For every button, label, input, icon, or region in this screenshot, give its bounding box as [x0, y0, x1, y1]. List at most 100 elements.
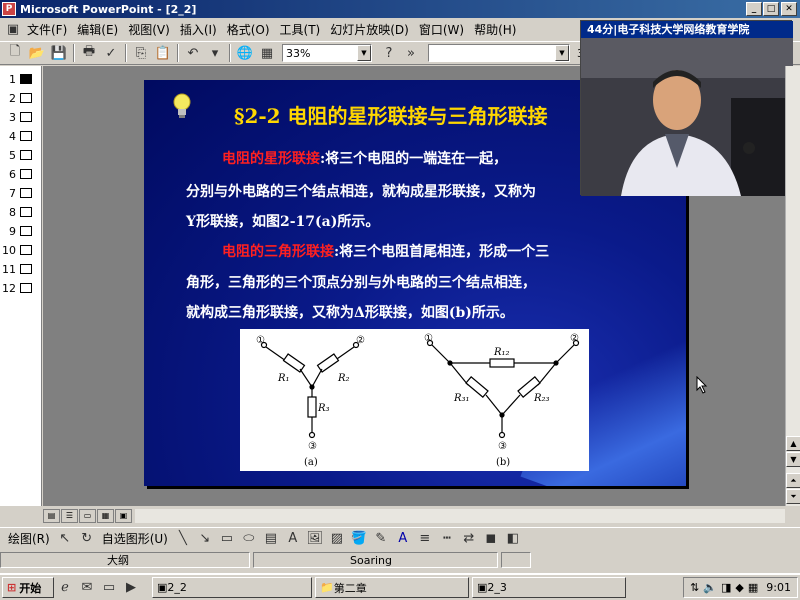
outline-slide-item[interactable]: 5	[2, 146, 40, 164]
draw-menu-button[interactable]: 绘图(R)	[4, 530, 54, 547]
menu-slideshow[interactable]: 幻灯片放映(D)	[325, 21, 414, 38]
outline-slide-item[interactable]: 4	[2, 127, 40, 145]
oval-tool-icon[interactable]: ⬭	[238, 529, 260, 549]
hyperlink-icon[interactable]: 🌐	[234, 43, 256, 63]
node-1-label-a: ①	[256, 335, 265, 346]
menu-format[interactable]: 格式(O)	[222, 21, 275, 38]
document-icon[interactable]: ▣	[4, 20, 22, 40]
vertical-scrollbar[interactable]: ▲ ▼ ⏶ ⏷	[785, 66, 800, 506]
select-arrow-icon[interactable]: ↖	[54, 529, 76, 549]
next-slide-icon[interactable]: ⏷	[786, 489, 800, 504]
picture-tool-icon[interactable]: ▨	[326, 529, 348, 549]
outline-slide-item[interactable]: 2	[2, 89, 40, 107]
zoom-combo[interactable]: 33% ▼	[282, 44, 372, 62]
clock[interactable]: 9:01	[766, 581, 791, 594]
outline-slide-item[interactable]: 1	[2, 70, 40, 88]
wordart-tool-icon[interactable]: A	[282, 529, 304, 549]
outline-slide-item[interactable]: 7	[2, 184, 40, 202]
circuit-diagram: ① ② ③ R₁ R₂ R₃ (a) ① ② ③ R₁₂ R₃₁ R₂₃ (b)	[256, 333, 580, 468]
close-button[interactable]: ✕	[781, 2, 797, 16]
menu-file[interactable]: 文件(F)	[22, 21, 72, 38]
slide-thumbnail-icon	[20, 188, 32, 198]
task-2-2[interactable]: ▣ 2_2	[152, 577, 312, 598]
horizontal-scrollbar[interactable]	[135, 509, 785, 523]
redo-icon[interactable]: ▾	[204, 43, 226, 63]
menu-tools[interactable]: 工具(T)	[275, 21, 326, 38]
task-2-3[interactable]: ▣ 2_3	[472, 577, 626, 598]
outline-slide-item[interactable]: 10	[2, 241, 40, 259]
fill-color-icon[interactable]: 🪣	[348, 529, 370, 549]
new-icon[interactable]: 🗋	[4, 43, 26, 63]
outline-slide-item[interactable]: 8	[2, 203, 40, 221]
outline-slide-item[interactable]: 3	[2, 108, 40, 126]
chevron-down-icon[interactable]: ▼	[357, 45, 371, 61]
textbox-tool-icon[interactable]: ▤	[260, 529, 282, 549]
save-icon[interactable]: 💾	[48, 43, 70, 63]
open-icon[interactable]: 📂	[26, 43, 48, 63]
print-icon[interactable]: 🖶	[78, 43, 100, 63]
slide-paragraph-6: 就构成三角形联接，又称为Δ形联接，如图(b)所示。	[186, 305, 514, 321]
paste-icon[interactable]: 📋	[152, 43, 174, 63]
tray-app-icon[interactable]: ▦	[748, 581, 758, 594]
font-color-icon[interactable]: A	[392, 529, 414, 549]
slide-sorter-view-icon[interactable]: ▦	[97, 509, 114, 523]
outlook-icon[interactable]: ✉	[76, 578, 98, 598]
powerpoint-icon[interactable]: P	[2, 2, 16, 16]
menu-insert[interactable]: 插入(I)	[175, 21, 222, 38]
task-chapter-two[interactable]: 📁 第二章	[315, 577, 469, 598]
undo-icon[interactable]: ↶	[182, 43, 204, 63]
outline-slide-item[interactable]: 6	[2, 165, 40, 183]
arrow-tool-icon[interactable]: ↘	[194, 529, 216, 549]
outline-view-icon[interactable]: ☰	[61, 509, 78, 523]
menu-help[interactable]: 帮助(H)	[469, 21, 521, 38]
antivirus-icon[interactable]: ◆	[735, 581, 743, 594]
clipart-tool-icon[interactable]: 🖼	[304, 529, 326, 549]
slideshow-view-icon[interactable]: ▣	[115, 509, 132, 523]
help-icon[interactable]: ?	[378, 43, 400, 63]
previous-slide-icon[interactable]: ⏶	[786, 473, 800, 488]
outline-slide-item[interactable]: 9	[2, 222, 40, 240]
slide-paragraph-4: 电阻的三角形联接:将三个电阻首尾相连，形成一个三	[222, 241, 549, 263]
autoshapes-menu-button[interactable]: 自选图形(U)	[98, 530, 172, 547]
scroll-up-icon[interactable]: ▲	[786, 436, 800, 451]
network-icon[interactable]: ⇅	[690, 581, 699, 594]
line-style-icon[interactable]: ≡	[414, 529, 436, 549]
menu-window[interactable]: 窗口(W)	[414, 21, 469, 38]
maximize-button[interactable]: □	[763, 2, 779, 16]
3d-icon[interactable]: ◧	[502, 529, 524, 549]
outline-slide-item[interactable]: 11	[2, 260, 40, 278]
show-desktop-icon[interactable]: ▭	[98, 578, 120, 598]
start-button[interactable]: ⊞ 开始	[2, 577, 54, 598]
font-name-combo[interactable]: ▼	[428, 44, 570, 62]
arrow-style-icon[interactable]: ⇄	[458, 529, 480, 549]
outline-slide-item[interactable]: 12	[2, 279, 40, 297]
powerpoint-icon: ▣	[477, 581, 488, 594]
copy-icon[interactable]: ⎘	[130, 43, 152, 63]
dash-style-icon[interactable]: ┅	[436, 529, 458, 549]
slide-thumbnail-icon	[20, 112, 32, 122]
rotate-icon[interactable]: ↻	[76, 529, 98, 549]
chevron-down-icon[interactable]: ▼	[555, 45, 569, 61]
r3-label: R₃	[317, 403, 330, 414]
slide-thumbnail-icon	[20, 131, 32, 141]
line-color-icon[interactable]: ✎	[370, 529, 392, 549]
slide-thumbnail-icon	[20, 207, 32, 217]
slide-view-icon[interactable]: ▭	[79, 509, 96, 523]
menu-view[interactable]: 视图(V)	[123, 21, 175, 38]
shadow-icon[interactable]: ◼	[480, 529, 502, 549]
volume-icon[interactable]: 🔈	[703, 581, 717, 594]
media-icon[interactable]: ▶	[120, 578, 142, 598]
ie-icon[interactable]: ℯ	[54, 578, 76, 598]
input-method-icon[interactable]: ◨	[721, 581, 731, 594]
scroll-down-icon[interactable]: ▼	[786, 452, 800, 467]
spellcheck-icon[interactable]: ✓	[100, 43, 122, 63]
line-tool-icon[interactable]: ╲	[172, 529, 194, 549]
slide-title: §2-2 电阻的星形联接与三角形联接	[234, 104, 548, 128]
status-extra-panel	[501, 552, 531, 568]
minimize-button[interactable]: _	[746, 2, 762, 16]
normal-view-icon[interactable]: ▤	[43, 509, 60, 523]
more-buttons-icon[interactable]: »	[400, 43, 422, 63]
menu-edit[interactable]: 编辑(E)	[72, 21, 123, 38]
table-icon[interactable]: ▦	[256, 43, 278, 63]
rectangle-tool-icon[interactable]: ▭	[216, 529, 238, 549]
